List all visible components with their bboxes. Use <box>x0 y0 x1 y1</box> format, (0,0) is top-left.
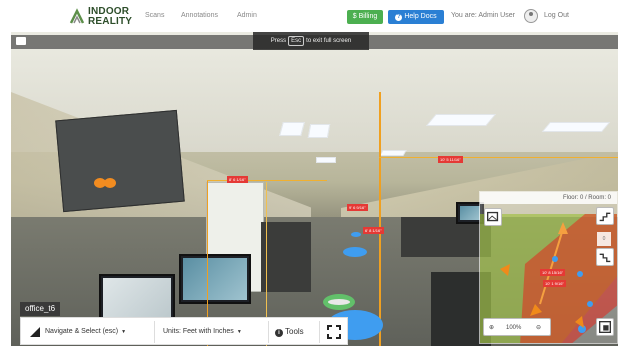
info-icon: i <box>275 329 283 337</box>
help-icon: ? <box>395 14 403 21</box>
minimap-zoom-control: ⊕ 100% ⊖ <box>483 318 551 336</box>
zoom-level: 100% <box>506 325 522 331</box>
minimap-expand-button[interactable] <box>596 318 614 336</box>
billing-button[interactable]: $ Billing <box>347 10 383 24</box>
monitor <box>179 254 251 304</box>
tools-label: Tools <box>285 327 304 336</box>
minimap-header: Floor: 0 / Room: 0 <box>480 192 617 204</box>
logo-text: INDOOR REALITY <box>88 7 132 27</box>
wall-painting <box>55 109 185 213</box>
ceiling-light <box>307 124 331 138</box>
room-name-label: office_t6 <box>20 302 61 316</box>
logo[interactable]: INDOOR REALITY <box>68 7 132 29</box>
zoom-out-icon[interactable]: ⊖ <box>536 319 541 337</box>
screen-icon[interactable] <box>16 37 26 45</box>
ceiling-light <box>425 114 497 126</box>
nav-link-scans[interactable]: Scans <box>145 12 164 19</box>
navigate-icon <box>30 327 40 337</box>
stairs-up-icon <box>599 212 611 222</box>
units-label: Units: Feet with Inches <box>163 328 234 335</box>
hint-text: Press <box>270 38 287 44</box>
ceiling-light <box>379 150 407 156</box>
logout-link[interactable]: Log Out <box>544 12 569 19</box>
user-avatar-icon[interactable] <box>524 9 538 23</box>
logo-mark-icon <box>69 8 85 24</box>
help-docs-button[interactable]: ? Help Docs <box>388 10 444 24</box>
minimap-stairs-down-button[interactable] <box>596 248 614 266</box>
measurement-label[interactable]: 9' 6 9/16" <box>347 204 368 211</box>
esc-key: Esc <box>288 36 305 46</box>
navigate-select-label: Navigate & Select (esc) <box>45 328 119 335</box>
measurement-label[interactable]: 8' 6 1/16" <box>227 176 248 183</box>
measure-horizontal-line <box>379 157 618 158</box>
navigate-select-dropdown[interactable]: Navigate & Select (esc) ▼ <box>45 318 126 346</box>
minimap-measurement-label[interactable]: 10' 1 9/16" <box>543 280 566 287</box>
measure-vertical-line <box>379 92 381 346</box>
current-position-marker[interactable] <box>323 294 355 310</box>
help-docs-label: Help Docs <box>404 13 437 20</box>
measure-horizontal-line <box>207 180 327 181</box>
bottom-toolbar: Navigate & Select (esc) ▼ Units: Feet wit… <box>20 317 348 345</box>
divider <box>268 321 269 343</box>
tools-button[interactable]: i Tools <box>275 318 304 346</box>
hint-text: to exit full screen <box>306 38 352 44</box>
image-icon <box>487 211 499 222</box>
units-dropdown[interactable]: Units: Feet with Inches ▼ <box>163 318 242 346</box>
minimap-image-button[interactable] <box>484 208 502 226</box>
annotation-marker[interactable] <box>104 178 116 188</box>
minimap-stairs-up-button[interactable] <box>596 207 614 225</box>
navigation-waypoint[interactable] <box>351 232 361 237</box>
measurement-label[interactable]: 6' 8 1/16" <box>363 227 384 234</box>
navigation-waypoint[interactable] <box>343 247 367 257</box>
stairs-down-icon <box>599 253 611 263</box>
expand-map-icon <box>599 321 611 333</box>
fullscreen-hint: Press Esc to exit full screen <box>253 32 369 50</box>
ceiling-light <box>541 122 611 132</box>
caret-down-icon: ▼ <box>236 329 242 335</box>
ceiling-light <box>316 157 336 163</box>
divider <box>154 321 155 343</box>
nav-link-admin[interactable]: Admin <box>237 12 257 19</box>
nav-link-annotations[interactable]: Annotations <box>181 12 218 19</box>
zoom-in-icon[interactable]: ⊕ <box>489 319 494 337</box>
ceiling-light <box>279 122 305 136</box>
cubicle <box>261 222 311 292</box>
top-nav: INDOOR REALITY Scans Annotations Admin $… <box>0 0 618 32</box>
measurement-label[interactable]: 10' 5 11/16" <box>438 156 463 163</box>
fullscreen-grid-icon[interactable] <box>327 325 341 339</box>
floor-level-label: 0 <box>597 232 611 246</box>
caret-down-icon: ▼ <box>121 329 127 335</box>
divider <box>319 321 320 343</box>
minimap-measurement-label[interactable]: 10' 8 15/16" <box>540 269 566 276</box>
user-status: You are: Admin User <box>451 12 515 19</box>
logo-line-2: REALITY <box>88 16 133 27</box>
